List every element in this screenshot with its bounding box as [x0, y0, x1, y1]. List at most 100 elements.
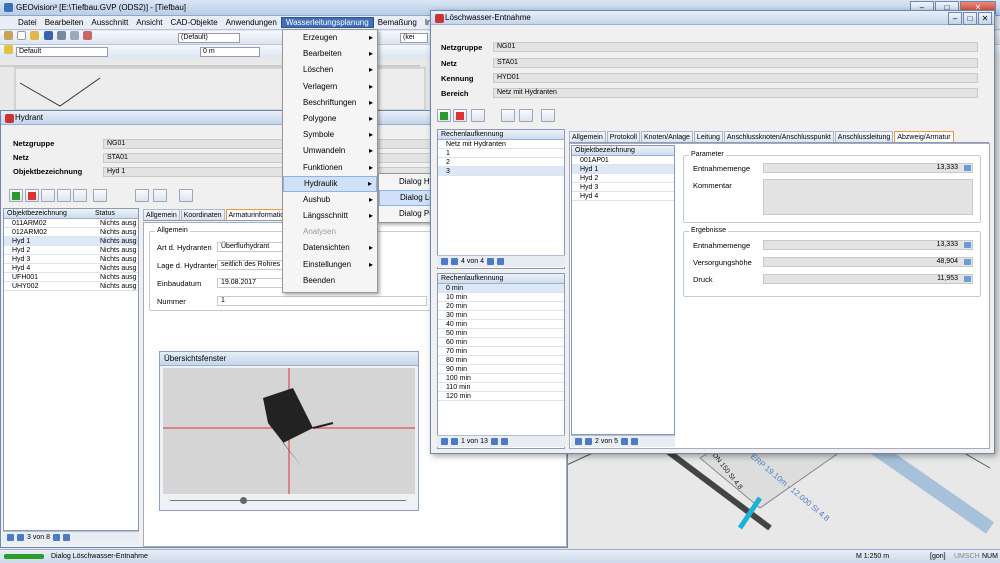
- next-icon[interactable]: [486, 258, 494, 265]
- list-item[interactable]: 2: [438, 158, 564, 167]
- next-icon[interactable]: [52, 534, 60, 541]
- last-icon[interactable]: [62, 534, 70, 541]
- prev-icon[interactable]: [17, 534, 24, 541]
- scale-combo[interactable]: (Default): [178, 33, 240, 43]
- new-icon[interactable]: [17, 31, 27, 41]
- list-item[interactable]: 50 min: [438, 329, 564, 338]
- pen-icon[interactable]: [4, 31, 13, 41]
- menu-item-erzeugen[interactable]: Erzeugen: [283, 30, 377, 46]
- list-item[interactable]: 012ARM02 Nichts ausg: [4, 228, 138, 237]
- menu-bemassung[interactable]: Bemaßung: [374, 18, 421, 27]
- save-icon[interactable]: [43, 31, 53, 41]
- first-icon[interactable]: [441, 258, 448, 265]
- list-item[interactable]: 70 min: [438, 347, 564, 356]
- list-item[interactable]: 001AP01: [572, 156, 674, 165]
- layout-button[interactable]: [179, 189, 193, 202]
- rl-header[interactable]: Rechenlaufkennung: [438, 274, 564, 284]
- list-item[interactable]: 10 min: [438, 293, 564, 302]
- lw-kennung-field[interactable]: HYD01: [493, 73, 978, 83]
- menu-item-beenden[interactable]: Beenden: [283, 273, 377, 289]
- col-objektbezeichnung[interactable]: Objektbezeichnung: [7, 209, 95, 218]
- first-icon[interactable]: [441, 438, 448, 445]
- list-item[interactable]: 0 min: [438, 284, 564, 293]
- p-kommentar-field[interactable]: [763, 179, 973, 215]
- tab-armaturinformation[interactable]: Armaturinformatio: [225, 209, 288, 220]
- open-icon[interactable]: [30, 31, 40, 41]
- list-item[interactable]: 60 min: [438, 338, 564, 347]
- lw-print-button[interactable]: [471, 109, 485, 122]
- prev-icon[interactable]: [451, 438, 458, 445]
- list-item[interactable]: Hyd 2 Nichts ausg: [4, 246, 138, 255]
- list-item[interactable]: Hyd 4: [572, 192, 674, 201]
- last-icon[interactable]: [500, 438, 508, 445]
- layer-combo[interactable]: Default: [16, 47, 108, 57]
- netz-field[interactable]: STA01: [103, 153, 433, 163]
- list-item[interactable]: Hyd 3: [572, 183, 674, 192]
- list-item[interactable]: ÜHY002 Nichts ausg: [4, 282, 138, 291]
- tab-koordinaten[interactable]: Koordinaten: [180, 209, 225, 220]
- e-druck-field[interactable]: 11,953: [763, 274, 973, 284]
- tab-protokoll[interactable]: Protokoll: [606, 131, 640, 142]
- copy-icon[interactable]: [70, 31, 80, 41]
- menu-item-verlagern[interactable]: Verlagern: [283, 79, 377, 95]
- menu-item-symbole[interactable]: Symbole: [283, 127, 377, 143]
- list-item[interactable]: 30 min: [438, 311, 564, 320]
- menu-item-beschriftungen[interactable]: Beschriftungen: [283, 95, 377, 111]
- menu-item-polygone[interactable]: Polygone: [283, 111, 377, 127]
- lw-bereich-field[interactable]: Netz mit Hydranten: [493, 88, 978, 98]
- menu-ansicht[interactable]: Ansicht: [132, 18, 166, 27]
- list-item[interactable]: Hyd 2: [572, 174, 674, 183]
- list-item[interactable]: 100 min: [438, 374, 564, 383]
- list-item[interactable]: 90 min: [438, 365, 564, 374]
- lw-calc-button[interactable]: [501, 109, 515, 122]
- tab-leitung[interactable]: Leitung: [693, 131, 723, 142]
- menu-item-datensichten[interactable]: Datensichten: [283, 240, 377, 256]
- delete-button[interactable]: [25, 189, 39, 202]
- list-item[interactable]: 120 min: [438, 392, 564, 401]
- tools-button[interactable]: [93, 189, 107, 202]
- list-item[interactable]: 40 min: [438, 320, 564, 329]
- lw-link-button[interactable]: [519, 109, 533, 122]
- last-icon[interactable]: [496, 258, 504, 265]
- menu-datei[interactable]: Datei: [14, 18, 41, 27]
- lw-close-icon[interactable]: ✕: [978, 12, 992, 25]
- export-button[interactable]: [135, 189, 149, 202]
- list-item[interactable]: Netz mit Hydranten: [438, 140, 564, 149]
- first-icon[interactable]: [575, 438, 582, 445]
- menu-item-aushub[interactable]: Aushub: [283, 192, 377, 208]
- menu-item-funktionen[interactable]: Funktionen: [283, 160, 377, 176]
- print-icon[interactable]: [56, 31, 66, 41]
- menu-item-umwandeln[interactable]: Umwandeln: [283, 143, 377, 159]
- menu-cad-objekte[interactable]: CAD-Objekte: [167, 18, 222, 27]
- last-icon[interactable]: [630, 438, 638, 445]
- prev-icon[interactable]: [451, 258, 458, 265]
- list-item[interactable]: Hyd 1 Nichts ausg: [4, 237, 138, 246]
- list-item[interactable]: UFH001 Nichts ausg: [4, 273, 138, 282]
- list-item[interactable]: 20 min: [438, 302, 564, 311]
- lw-delete-button[interactable]: [453, 109, 467, 122]
- list-item[interactable]: 3: [438, 167, 564, 176]
- small-combo[interactable]: (kei: [400, 33, 428, 43]
- list-item[interactable]: 1: [438, 149, 564, 158]
- menu-ausschnitt[interactable]: Ausschnitt: [87, 18, 132, 27]
- menu-item-bearbeiten[interactable]: Bearbeiten: [283, 46, 377, 62]
- overview-map[interactable]: [163, 368, 415, 494]
- tab-abzweig-armatur[interactable]: Abzweig/Armatur: [894, 131, 954, 142]
- list-item[interactable]: Hyd 1: [572, 165, 674, 174]
- menu-anwendungen[interactable]: Anwendungen: [222, 18, 281, 27]
- tab-allgemein[interactable]: Allgemein: [569, 131, 606, 142]
- menu-item-loeschen[interactable]: Löschen: [283, 62, 377, 78]
- rk-header[interactable]: Rechenlaufkennung: [438, 130, 564, 140]
- list-item[interactable]: Hyd 3 Nichts ausg: [4, 255, 138, 264]
- p-entnahme-field[interactable]: 13,333: [763, 163, 973, 173]
- tab-anschlussknoten[interactable]: Anschlussknoten/Anschlusspunkt: [723, 131, 834, 142]
- menu-item-laengsschnitt[interactable]: Längsschnitt: [283, 208, 377, 224]
- lw-minimize-icon[interactable]: –: [948, 12, 962, 25]
- zoom-slider[interactable]: [170, 497, 406, 506]
- layers-icon[interactable]: [83, 31, 93, 41]
- link-button[interactable]: [153, 189, 167, 202]
- menu-item-einstellungen[interactable]: Einstellungen: [283, 257, 377, 273]
- list-item[interactable]: 80 min: [438, 356, 564, 365]
- lw-netz-field[interactable]: STA01: [493, 58, 978, 68]
- add-button[interactable]: [9, 189, 23, 202]
